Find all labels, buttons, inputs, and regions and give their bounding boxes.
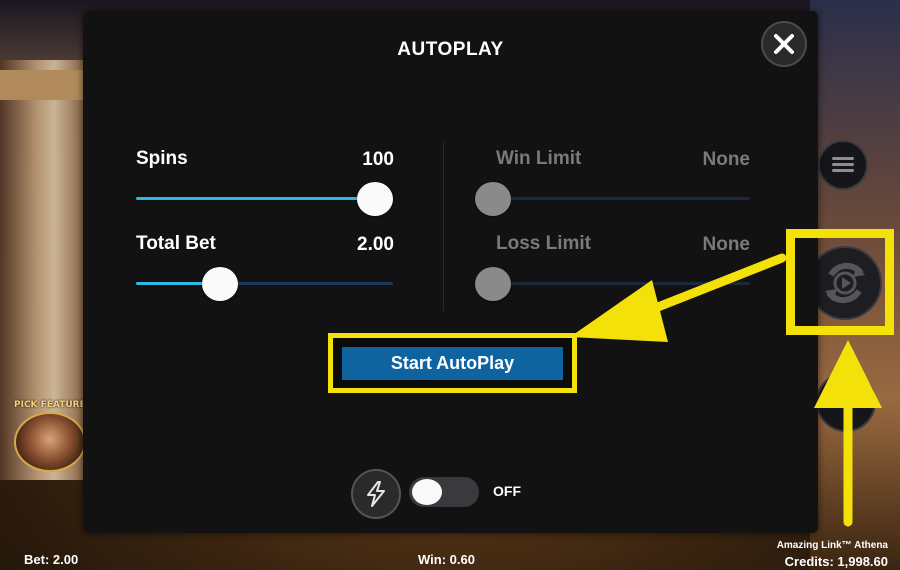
footer-bet: Bet: 2.00 [24,552,79,567]
win-limit-value: None [702,149,751,170]
slider-track [475,282,750,285]
slider-track [475,197,750,200]
autoplay-modal: AUTOPLAY Spins 100 Total Bet 2.00 Win Li… [83,11,818,533]
game-footer: Bet: 2.00 Win: 0.60 Amazing Link™ Athena… [0,540,900,570]
loss-limit-value: None [702,234,751,255]
total-bet-slider[interactable] [136,267,393,301]
toggle-knob [412,479,442,505]
start-autoplay-button[interactable]: Start AutoPlay [342,347,563,380]
total-bet-label: Total Bet [136,233,216,254]
spins-value: 100 [362,149,394,170]
column-divider [443,141,444,311]
footer-credits: Credits: 1,998.60 [784,554,888,569]
spins-slider[interactable] [136,182,393,216]
turbo-toggle[interactable] [409,477,479,507]
footer-win: Win: 0.60 [418,552,475,567]
pick-feature-button[interactable] [14,412,86,472]
win-limit-label: Win Limit [496,148,582,169]
bet-settings-button[interactable] [816,372,876,432]
hamburger-icon [832,157,854,173]
turbo-button[interactable] [351,469,401,519]
turbo-toggle-state: OFF [493,483,521,499]
footer-game-name: Amazing Link™ Athena [776,540,888,551]
menu-button[interactable] [818,140,868,190]
slider-fill [136,197,375,200]
slider-thumb[interactable] [475,182,511,216]
close-button[interactable] [761,21,807,67]
pick-feature-label: PICK FEATURE [14,400,86,410]
autoplay-side-highlight [786,229,894,335]
game-background-column-cap [0,70,90,100]
total-bet-value: 2.00 [357,234,394,255]
slider-thumb[interactable] [475,267,511,301]
close-icon [774,34,794,54]
modal-title: AUTOPLAY [397,39,504,60]
loss-limit-label: Loss Limit [496,233,592,254]
slider-thumb[interactable] [202,267,239,301]
lightning-icon [367,481,385,507]
spins-label: Spins [136,148,188,169]
slider-thumb[interactable] [357,182,393,216]
win-limit-slider[interactable] [475,182,750,216]
loss-limit-slider[interactable] [475,267,750,301]
